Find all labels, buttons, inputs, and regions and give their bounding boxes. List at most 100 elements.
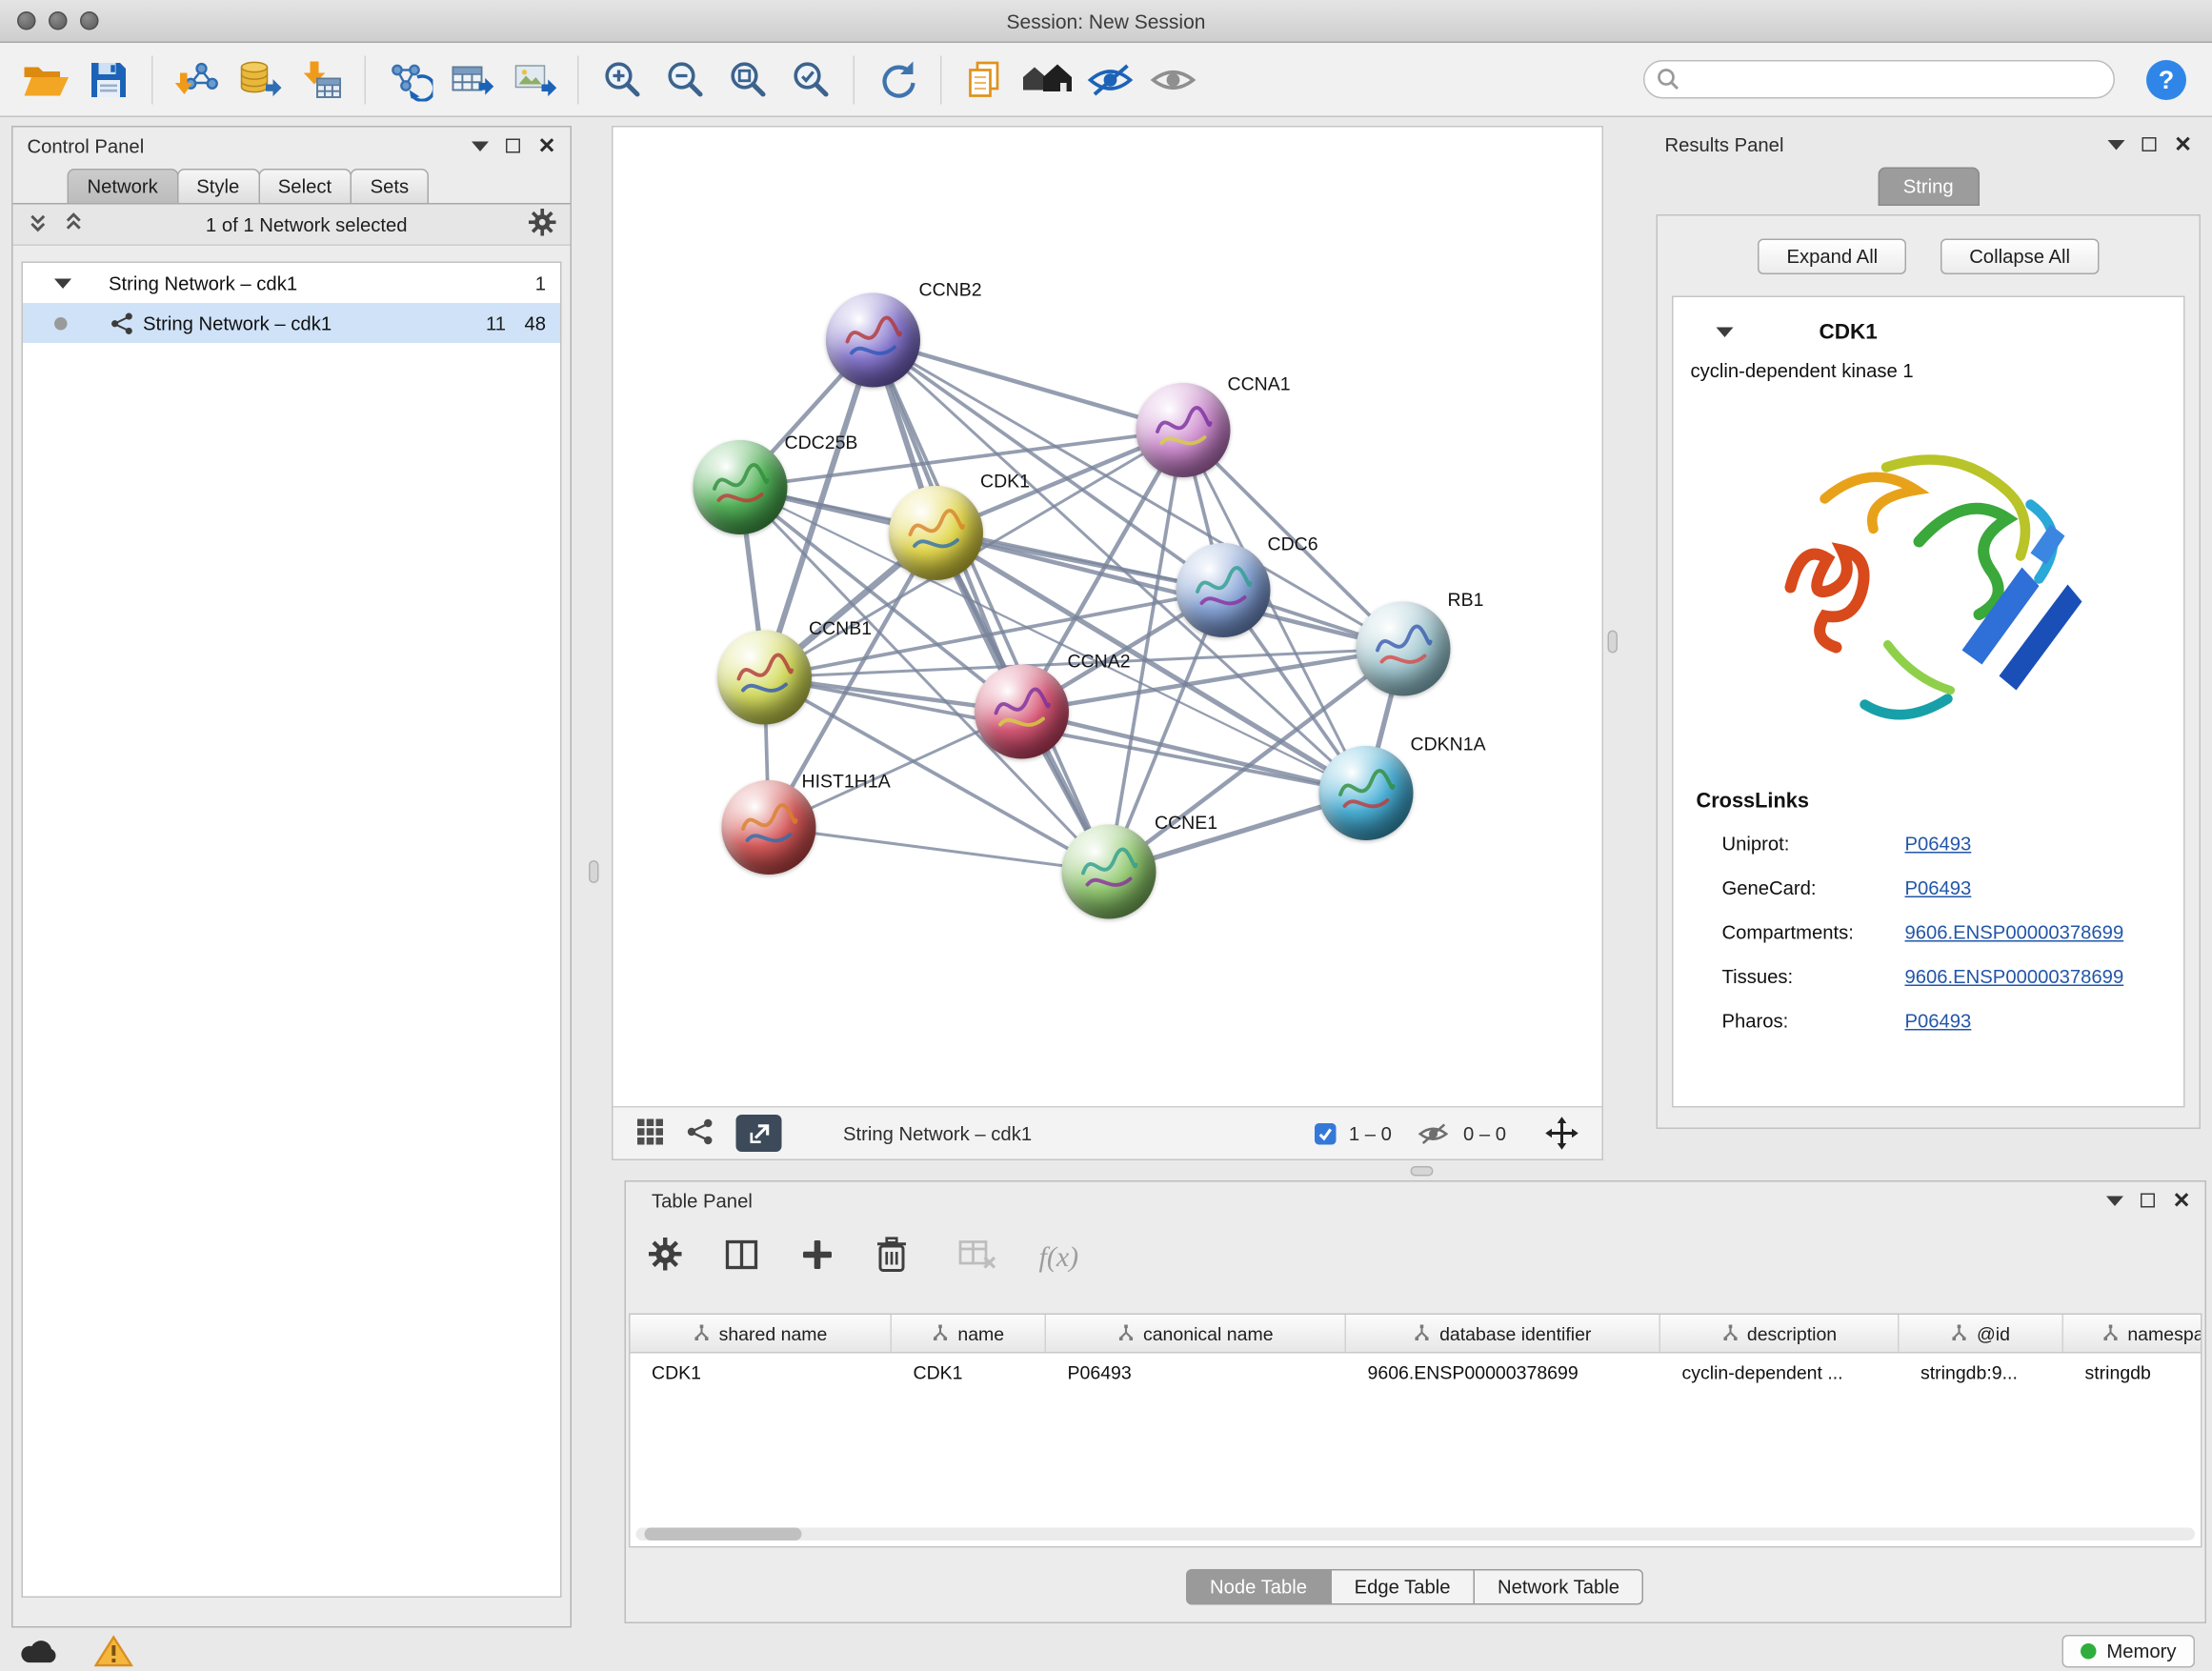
protein-section-expander-icon[interactable]: [1717, 327, 1734, 337]
scrollbar-thumb[interactable]: [645, 1528, 802, 1541]
copy-document-button[interactable]: [954, 48, 1016, 111]
network-edge-ccna1-ccnb2[interactable]: [874, 340, 1184, 431]
close-panel-icon[interactable]: ✕: [2174, 133, 2192, 155]
show-columns-icon[interactable]: [725, 1237, 759, 1278]
cloud-icon[interactable]: [17, 1638, 60, 1665]
column-header-name[interactable]: name: [892, 1315, 1046, 1352]
control-splitter-handle[interactable]: [589, 860, 599, 883]
table-cell[interactable]: cyclin-dependent ...: [1660, 1354, 1900, 1393]
network-node-hist1h1a[interactable]: [722, 780, 816, 875]
birdseye-view-icon[interactable]: [636, 1117, 665, 1150]
table-cell[interactable]: 9606.ENSP00000378699: [1346, 1354, 1660, 1393]
network-share-icon[interactable]: [686, 1117, 714, 1150]
import-table-from-file-button[interactable]: [291, 48, 353, 111]
expand-all-button[interactable]: Expand All: [1758, 239, 1906, 275]
network-canvas[interactable]: CCNB2CCNA1CDC25BCDK1CDC6RB1CCNB1CCNA2CDK…: [613, 128, 1602, 1107]
crosslink-link[interactable]: 9606.ENSP00000378699: [1905, 922, 2124, 944]
warning-icon[interactable]: [94, 1635, 133, 1668]
new-network-from-selection-button[interactable]: [377, 48, 440, 111]
pan-crosshair-icon[interactable]: [1545, 1117, 1579, 1151]
crosslink-link[interactable]: 9606.ENSP00000378699: [1905, 966, 2124, 988]
column-header--id[interactable]: @id: [1900, 1315, 2064, 1352]
minimize-window-button[interactable]: [49, 11, 68, 30]
table-cell[interactable]: P06493: [1046, 1354, 1346, 1393]
table-horizontal-scrollbar[interactable]: [636, 1528, 2196, 1541]
import-network-from-file-button[interactable]: [165, 48, 228, 111]
close-window-button[interactable]: [17, 11, 36, 30]
export-network-button[interactable]: [736, 1115, 782, 1152]
column-header-canonical-name[interactable]: canonical name: [1046, 1315, 1346, 1352]
table-cell[interactable]: CDK1: [892, 1354, 1046, 1393]
open-session-button[interactable]: [14, 48, 77, 111]
network-collection-row[interactable]: String Network – cdk1 1: [23, 263, 560, 303]
zoom-out-button[interactable]: [654, 48, 716, 111]
network-node-ccne1[interactable]: [1062, 825, 1156, 919]
delete-column-trash-icon[interactable]: [876, 1236, 908, 1280]
table-cell[interactable]: stringdb: [2063, 1354, 2202, 1393]
zoom-selected-button[interactable]: [779, 48, 842, 111]
network-edge-hist1h1a-ccne1[interactable]: [769, 828, 1109, 873]
zoom-fit-button[interactable]: [716, 48, 779, 111]
column-header-description[interactable]: description: [1660, 1315, 1900, 1352]
crosslink-link[interactable]: P06493: [1905, 834, 1972, 856]
export-table-button[interactable]: [440, 48, 503, 111]
import-network-from-database-button[interactable]: [228, 48, 291, 111]
add-column-plus-icon[interactable]: [802, 1238, 834, 1278]
float-panel-icon[interactable]: [2142, 137, 2157, 151]
table-cell[interactable]: stringdb:9...: [1900, 1354, 2064, 1393]
show-eye-button[interactable]: [1142, 48, 1205, 111]
search-input[interactable]: [1643, 60, 2115, 99]
network-row[interactable]: String Network – cdk1 11 48: [23, 303, 560, 343]
table-row[interactable]: CDK1CDK1P064939606.ENSP00000378699cyclin…: [631, 1354, 2202, 1393]
home-button[interactable]: [1016, 48, 1079, 111]
network-node-cdkn1a[interactable]: [1319, 746, 1414, 840]
table-cell[interactable]: CDK1: [631, 1354, 893, 1393]
tab-edge-table[interactable]: Edge Table: [1330, 1569, 1475, 1605]
tab-network-table[interactable]: Network Table: [1474, 1569, 1644, 1605]
network-options-gear-icon[interactable]: [529, 209, 556, 240]
column-header-namespace[interactable]: namespace: [2063, 1315, 2202, 1352]
zoom-in-button[interactable]: [591, 48, 654, 111]
collection-expander-icon[interactable]: [54, 278, 71, 289]
float-panel-icon[interactable]: [507, 139, 521, 153]
network-node-cdc6[interactable]: [1176, 543, 1271, 637]
collapse-all-networks-icon[interactable]: [63, 211, 85, 237]
column-header-database-identifier[interactable]: database identifier: [1346, 1315, 1660, 1352]
function-builder-icon[interactable]: f(x): [1039, 1241, 1079, 1275]
delete-table-icon[interactable]: [959, 1238, 996, 1278]
hidden-eye-slash-icon[interactable]: [1416, 1121, 1450, 1146]
tab-sets[interactable]: Sets: [351, 169, 430, 203]
tab-select[interactable]: Select: [258, 169, 352, 203]
network-node-ccna2[interactable]: [975, 665, 1069, 759]
hide-glasses-button[interactable]: [1079, 48, 1142, 111]
save-session-button[interactable]: [77, 48, 140, 111]
network-edge-ccna2-cdkn1a[interactable]: [1022, 712, 1367, 794]
float-panel-icon[interactable]: [2142, 1194, 2156, 1208]
tab-network[interactable]: Network: [68, 169, 178, 203]
memory-button[interactable]: Memory: [2062, 1635, 2195, 1668]
table-settings-gear-icon[interactable]: [649, 1238, 682, 1278]
zoom-window-button[interactable]: [80, 11, 99, 30]
tab-string[interactable]: String: [1878, 168, 1980, 207]
collapse-panel-icon[interactable]: [473, 141, 490, 151]
selected-checkbox-icon[interactable]: [1315, 1122, 1337, 1144]
help-button[interactable]: ?: [2135, 48, 2198, 111]
collapse-panel-icon[interactable]: [2107, 1196, 2124, 1206]
table-splitter-handle[interactable]: [1411, 1166, 1434, 1177]
network-node-cdc25b[interactable]: [694, 440, 788, 534]
crosslink-link[interactable]: P06493: [1905, 877, 1972, 899]
close-panel-icon[interactable]: ✕: [538, 135, 556, 157]
network-node-cdk1[interactable]: [889, 486, 983, 580]
column-header-shared-name[interactable]: shared name: [631, 1315, 893, 1352]
network-node-rb1[interactable]: [1357, 602, 1451, 696]
network-edge-ccne1-ccnb2[interactable]: [874, 340, 1110, 872]
tab-style[interactable]: Style: [176, 169, 259, 203]
close-panel-icon[interactable]: ✕: [2173, 1190, 2191, 1212]
export-image-button[interactable]: [503, 48, 566, 111]
network-node-ccnb1[interactable]: [717, 631, 812, 725]
network-node-ccnb2[interactable]: [826, 293, 920, 388]
collapse-all-button[interactable]: Collapse All: [1941, 239, 2099, 275]
collapse-panel-icon[interactable]: [2108, 139, 2125, 150]
crosslink-link[interactable]: P06493: [1905, 1011, 1972, 1033]
apply-layout-button[interactable]: [866, 48, 929, 111]
